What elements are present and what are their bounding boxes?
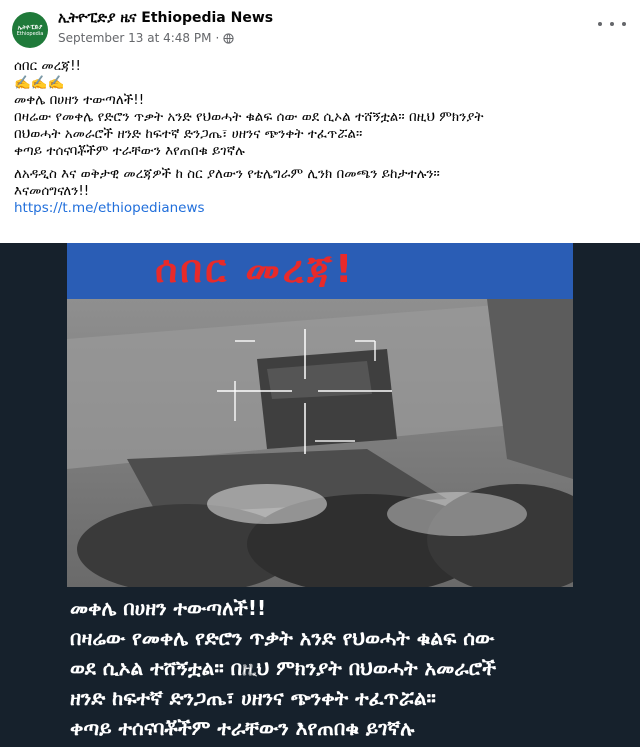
post-text-line: በህወሓት አመራሮች ዘንድ ከፍተኛ ድንጋጤ፣ ሀዘንና ጭንቀት ተፈጥ… [14,126,363,142]
post-text-line: ✍️✍️✍️ [14,75,65,91]
globe-icon[interactable] [223,32,234,44]
more-dot [622,22,626,26]
post-text-line: ሰበር መረጃ!! [14,58,81,74]
telegram-link[interactable]: https://t.me/ethiopedianews [14,200,626,217]
image-banner: ሰበር መረጃ! [67,243,573,299]
post-text-line: በዛሬው የመቀሌ የድሮን ጥቃት አንድ የህወሓት ቁልፍ ሰው ወደ ሲ… [14,109,484,125]
post-text-line: ለአዳዲስ እና ወቅታዊ መረጃዎች ከ ስር ያለውን የቴሌግራም ሊንክ… [14,166,440,182]
drone-footage-photo [67,299,573,587]
post-header: ኢትዮፒድያ Ethiopedia ኢትዮፒድያ ዜና Ethiopedia N… [0,0,640,58]
avatar-text-top: ኢትዮፒድያ [17,23,43,31]
meta-separator: · [215,31,220,45]
post-text-line: ቀጣይ ተሰናባቾችም ተራቸውን እየጠበቁ ይገኛሉ [14,143,245,159]
page-name-link[interactable]: ኢትዮፒድያ ዜና Ethiopedia News [58,10,273,26]
caption-line: ዘንድ ከፍተኛ ድንጋጤ፣ ሀዘንና ጭንቀት ተፈጥሯል። [70,686,436,710]
caption-line: ወደ ሲኦል ተሸኝቷል። በዚህ ምክንያት በህወሓት አመራሮች [70,656,497,680]
more-dot [610,22,614,26]
post-text-line: መቀሌ በሀዘን ተውጣለች!! [14,92,145,108]
post-body: ሰበር መረጃ!! ✍️✍️✍️ መቀሌ በሀዘን ተውጣለች!! በዛሬው የ… [14,58,626,217]
post-meta: September 13 at 4:48 PM · [58,31,234,45]
post-image[interactable]: ሰበር መረጃ! መቀሌ በሀዘን ተውጣለች!! በዛሬው የመቀሌ የድሮን… [0,243,640,747]
caption-line: በዛሬው የመቀሌ የድሮን ጥቃት አንድ የህወሓት ቁልፍ ሰው [70,626,495,650]
image-caption: መቀሌ በሀዘን ተውጣለች!! በዛሬው የመቀሌ የድሮን ጥቃት አንድ … [70,593,630,743]
post-text-line: እናመሰግናለን!! [14,183,90,199]
post-timestamp[interactable]: September 13 at 4:48 PM [58,31,211,45]
caption-line: ቀጣይ ተሰናባቾችም ተራቸውን እየጠበቁ ይገኛሉ [70,716,415,740]
banner-title: ሰበር መረጃ! [155,247,356,291]
drone-footage-graphic [67,299,573,587]
avatar-text-bottom: Ethiopedia [16,30,44,37]
caption-line: መቀሌ በሀዘን ተውጣለች!! [70,596,267,620]
more-dot [598,22,602,26]
more-options-icon[interactable] [598,14,626,34]
page-avatar[interactable]: ኢትዮፒድያ Ethiopedia [12,12,48,48]
